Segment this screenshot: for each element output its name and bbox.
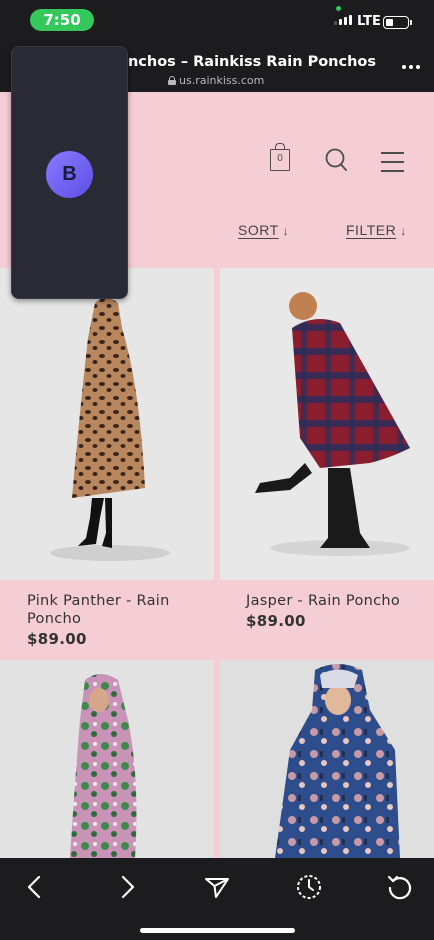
product-image[interactable] [0, 268, 214, 580]
network-type: LTE [357, 14, 381, 29]
lock-icon [168, 76, 176, 85]
back-icon[interactable] [20, 872, 50, 902]
product-info: Pink Panther - Rain Poncho $89.00 [27, 592, 207, 649]
product-grid: Pink Panther - Rain Poncho $89.00 Jasper… [0, 268, 434, 858]
product-price: $89.00 [27, 630, 87, 648]
product-card-jasper[interactable]: Jasper - Rain Poncho $89.00 [220, 268, 434, 660]
url-text: us.rainkiss.com [179, 74, 265, 87]
filter-arrow-icon: ↓ [400, 224, 407, 238]
product-card-3[interactable] [0, 660, 214, 858]
product-card-4[interactable] [220, 660, 434, 858]
signal-icon [334, 15, 352, 25]
cart-icon[interactable]: 0 [270, 143, 290, 171]
avatar[interactable]: B [46, 151, 93, 198]
product-image[interactable] [220, 660, 434, 858]
product-image[interactable] [0, 660, 214, 858]
menu-icon[interactable] [381, 152, 404, 172]
page-url[interactable]: us.rainkiss.com [168, 74, 264, 87]
battery-icon [383, 16, 412, 29]
search-icon[interactable] [325, 148, 347, 172]
status-time: 7:50 [30, 9, 94, 31]
history-icon[interactable] [294, 872, 324, 902]
product-name[interactable]: Jasper - Rain Poncho [246, 592, 431, 610]
product-info: Jasper - Rain Poncho $89.00 [246, 592, 431, 631]
sort-button[interactable]: SORT ↓ [238, 222, 289, 238]
product-card-pink-panther[interactable]: Pink Panther - Rain Poncho $89.00 [0, 268, 214, 660]
bottom-toolbar [0, 858, 434, 940]
forward-icon[interactable] [112, 872, 142, 902]
home-indicator[interactable] [140, 928, 295, 933]
product-price: $89.00 [246, 612, 306, 630]
sort-arrow-icon: ↓ [282, 224, 290, 238]
reload-icon[interactable] [385, 872, 415, 902]
share-icon[interactable] [202, 872, 232, 902]
page-title: onchos – Rainkiss Rain Ponchos [118, 54, 377, 70]
tab-preview-overlay[interactable]: B [11, 46, 128, 299]
status-bar: 7:50 LTE [0, 0, 434, 44]
more-options-button[interactable] [402, 65, 420, 69]
product-name[interactable]: Pink Panther - Rain Poncho [27, 592, 207, 628]
cart-count: 0 [277, 153, 283, 164]
filter-button[interactable]: FILTER ↓ [346, 222, 407, 238]
mic-indicator-dot [336, 6, 341, 11]
product-image[interactable] [220, 268, 434, 580]
